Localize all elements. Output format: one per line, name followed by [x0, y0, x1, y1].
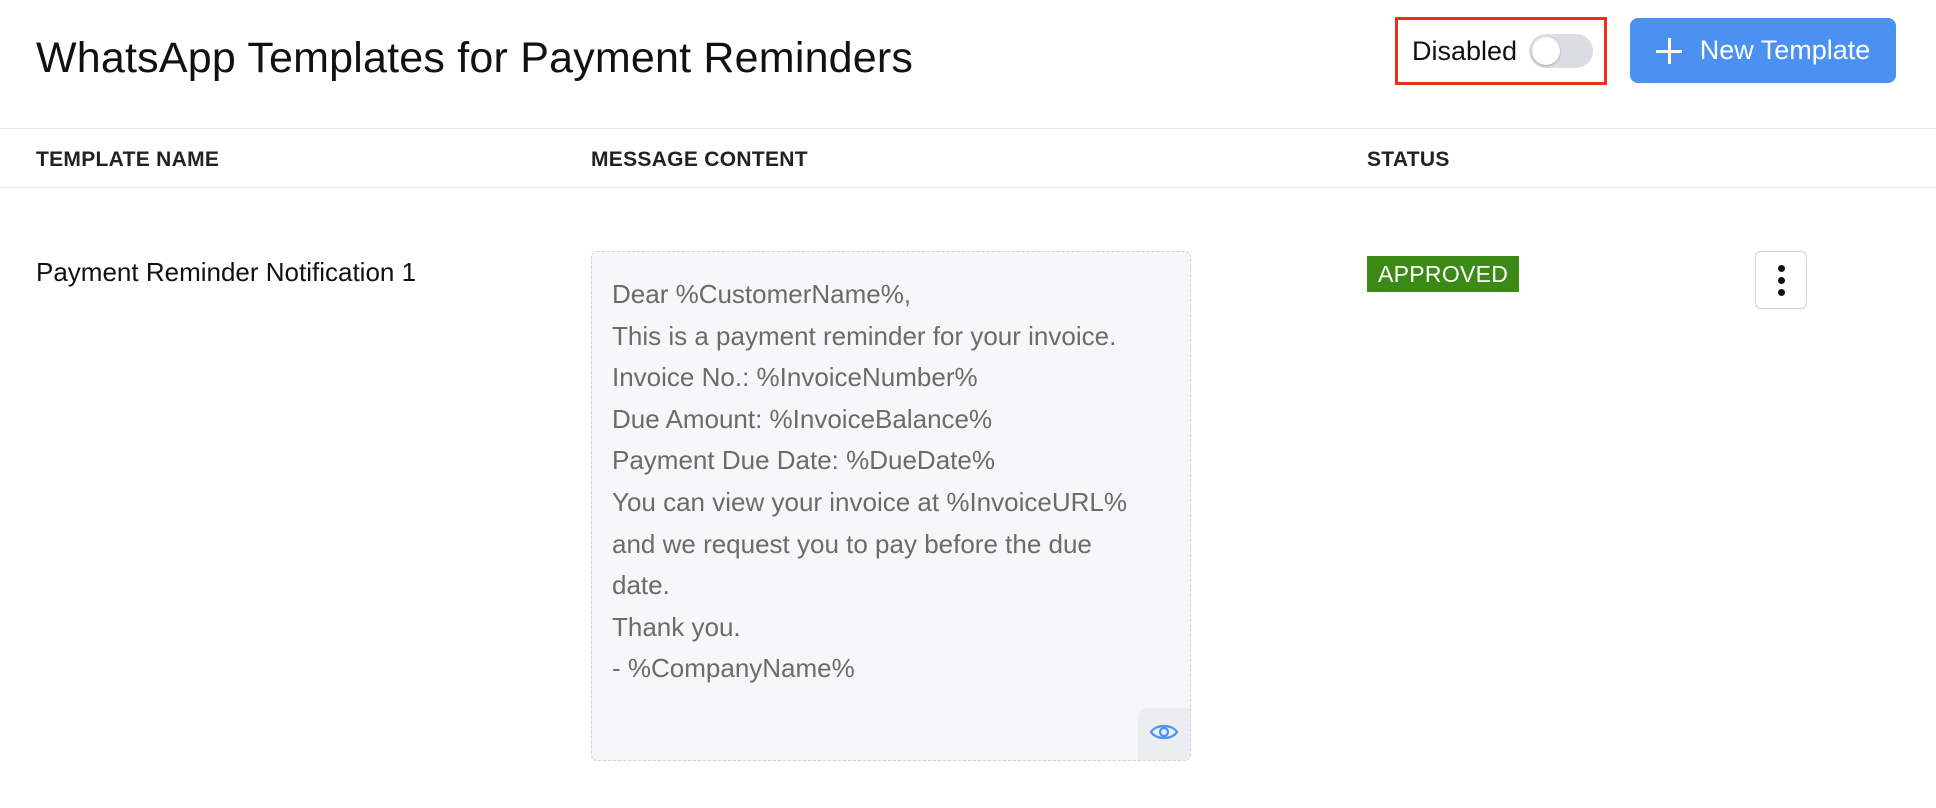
- new-template-button[interactable]: New Template: [1630, 18, 1896, 83]
- message-line: Due Amount: %InvoiceBalance%: [612, 403, 993, 434]
- message-line: Payment Due Date: %DueDate%: [612, 445, 995, 476]
- message-line: You can view your invoice at %InvoiceURL…: [612, 486, 1127, 517]
- row-actions-button[interactable]: [1755, 251, 1807, 309]
- column-header-template-name: TEMPLATE NAME: [36, 148, 220, 171]
- message-line: This is a payment reminder for your invo…: [612, 320, 1117, 351]
- message-line: Thank you.: [612, 611, 741, 642]
- toggle-label: Disabled: [1412, 35, 1518, 66]
- page-header: WhatsApp Templates for Payment Reminders…: [0, 0, 1936, 129]
- enable-toggle-switch[interactable]: [1529, 34, 1594, 68]
- preview-button[interactable]: [1138, 708, 1190, 760]
- column-header-message-content: MESSAGE CONTENT: [591, 148, 808, 171]
- new-template-label: New Template: [1699, 35, 1871, 65]
- message-line: Invoice No.: %InvoiceNumber%: [612, 362, 978, 393]
- eye-icon: [1149, 721, 1179, 748]
- enable-toggle-container: Disabled: [1395, 17, 1607, 85]
- message-line: and we request you to pay before the due: [612, 528, 1092, 559]
- table-header: TEMPLATE NAME MESSAGE CONTENT STATUS: [0, 129, 1936, 188]
- status-badge: APPROVED: [1367, 256, 1520, 292]
- more-vertical-icon: [1777, 262, 1785, 298]
- message-line: date.: [612, 570, 670, 601]
- message-line: Dear %CustomerName%,: [612, 279, 912, 309]
- message-content-box: Dear %CustomerName%, This is a payment r…: [591, 251, 1191, 761]
- message-line: - %CompanyName%: [612, 653, 855, 684]
- template-name: Payment Reminder Notification 1: [36, 257, 417, 287]
- column-header-status: STATUS: [1367, 148, 1450, 171]
- toggle-knob: [1532, 37, 1561, 65]
- page-title: WhatsApp Templates for Payment Reminders: [36, 34, 914, 82]
- plus-icon: [1655, 37, 1682, 64]
